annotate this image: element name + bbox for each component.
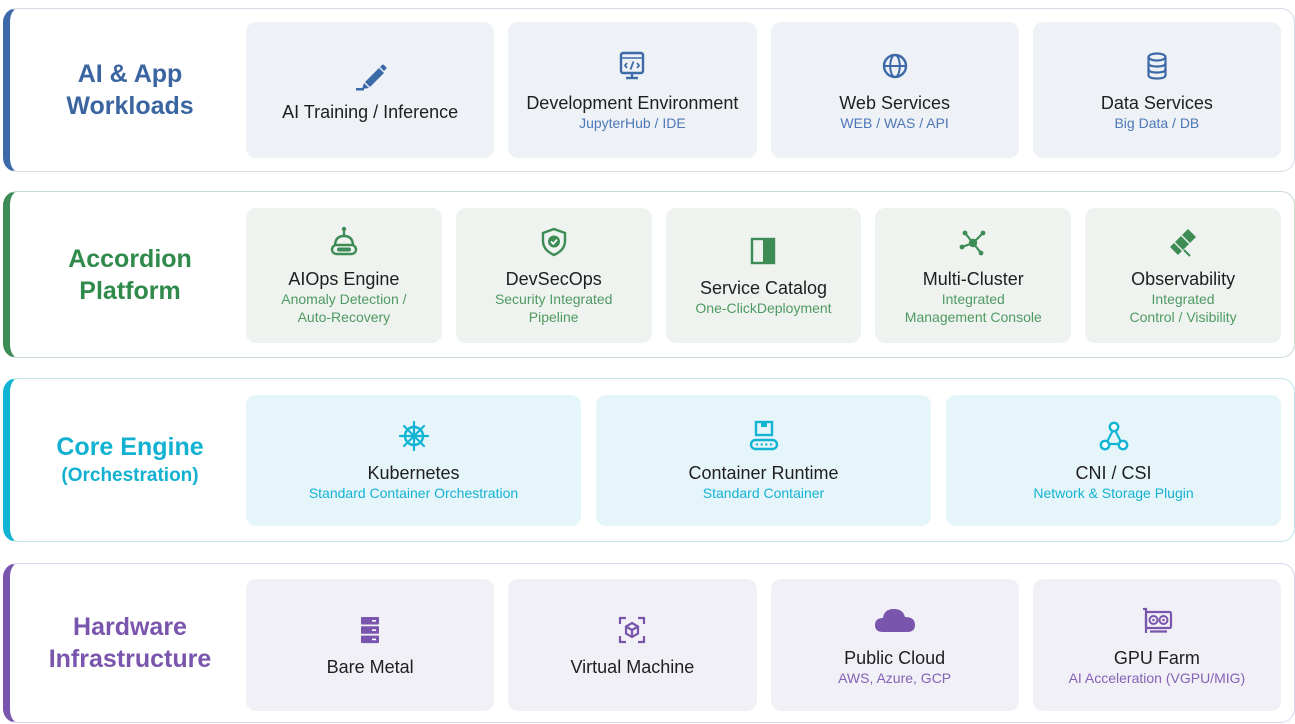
layer-title: AI & App Workloads	[10, 9, 250, 171]
layer-title: Accordion Platform	[10, 192, 250, 357]
card-subtitle: JupyterHub / IDE	[579, 114, 686, 131]
card-name: Development Environment	[526, 92, 739, 113]
card-multi-cluster[interactable]: Multi-Cluster Integrated Management Cons…	[875, 208, 1072, 343]
layer-hardware-infrastructure: Hardware Infrastructure Bare Metal Virtu…	[3, 563, 1295, 723]
card-public-cloud[interactable]: Public Cloud AWS, Azure, GCP	[770, 579, 1019, 711]
card-development-environment[interactable]: Development Environment JupyterHub / IDE	[508, 22, 757, 158]
server-icon	[353, 613, 387, 647]
layer-title-line2: Workloads	[66, 92, 194, 120]
card-name: AIOps Engine	[288, 269, 400, 289]
layer-title-line1: AI & App	[77, 60, 183, 88]
card-virtual-machine[interactable]: Virtual Machine	[508, 579, 757, 711]
layer-title-line1: Hardware	[73, 613, 187, 641]
card-subtitle-line1: Security Integrated	[494, 291, 613, 307]
card-row: Bare Metal Virtual Machine Public Cloud …	[246, 579, 1281, 711]
card-observability[interactable]: Observability Integrated Control / Visib…	[1085, 208, 1281, 343]
card-row: AI Training / Inference Development Envi…	[246, 22, 1281, 158]
robot-icon	[327, 225, 361, 259]
gpu-card-icon	[1140, 604, 1174, 638]
layer-title-line1: Core Engine	[56, 433, 204, 461]
card-subtitle: WEB / WAS / API	[840, 114, 949, 131]
card-name: Web Services	[839, 92, 950, 113]
card-subtitle-line2: Pipeline	[528, 309, 579, 325]
layer-title-line2: Infrastructure	[48, 645, 212, 673]
card-subtitle-line2: Control / Visibility	[1129, 309, 1237, 325]
shield-check-icon	[537, 225, 571, 259]
layer-core-engine: Core Engine (Orchestration) Kubernetes S…	[3, 378, 1295, 542]
card-name: Data Services	[1100, 92, 1213, 113]
card-container-runtime[interactable]: Container Runtime Standard Container	[596, 395, 931, 526]
card-subtitle: AI Acceleration (VGPU/MIG)	[1068, 669, 1246, 686]
conveyor-box-icon	[747, 419, 781, 453]
card-subtitle: Big Data / DB	[1114, 114, 1200, 131]
database-icon	[1140, 49, 1174, 83]
card-name: Observability	[1131, 269, 1236, 289]
layer-title-line2: (Orchestration)	[61, 465, 199, 486]
helm-wheel-icon	[397, 419, 431, 453]
card-aiops-engine[interactable]: AIOps Engine Anomaly Detection / Auto-Re…	[246, 208, 442, 343]
card-bare-metal[interactable]: Bare Metal	[246, 579, 495, 711]
card-cni-csi[interactable]: CNI / CSI Network & Storage Plugin	[946, 395, 1281, 526]
card-subtitle: Network & Storage Plugin	[1033, 485, 1194, 501]
layer-title-line1: Accordion	[68, 244, 192, 273]
layer-title: Hardware Infrastructure	[10, 564, 250, 722]
layer-ai-app-workloads: AI & App Workloads AI Training / Inferen…	[3, 8, 1295, 172]
card-row: AIOps Engine Anomaly Detection / Auto-Re…	[246, 208, 1281, 343]
card-name: GPU Farm	[1113, 647, 1200, 668]
book-icon	[746, 234, 780, 268]
card-name: DevSecOps	[505, 269, 602, 289]
layer-title-line2: Platform	[79, 276, 181, 305]
virtual-box-icon	[615, 613, 649, 647]
card-subtitle: AWS, Azure, GCP	[838, 669, 952, 686]
card-name: Bare Metal	[326, 656, 414, 677]
card-subtitle-line1: Anomaly Detection /	[281, 291, 407, 307]
card-ai-training[interactable]: AI Training / Inference	[246, 22, 495, 158]
graph-nodes-icon	[1097, 419, 1131, 453]
card-subtitle: Standard Container Orchestration	[308, 485, 519, 501]
telescope-icon	[1166, 225, 1200, 259]
card-data-services[interactable]: Data Services Big Data / DB	[1032, 22, 1281, 158]
card-row: Kubernetes Standard Container Orchestrat…	[246, 395, 1281, 526]
card-kubernetes[interactable]: Kubernetes Standard Container Orchestrat…	[246, 395, 581, 526]
card-service-catalog[interactable]: Service Catalog One-ClickDeployment	[665, 208, 862, 343]
card-web-services[interactable]: Web Services WEB / WAS / API	[770, 22, 1019, 158]
card-subtitle: Standard Container	[702, 485, 825, 501]
card-devsecops[interactable]: DevSecOps Security Integrated Pipeline	[455, 208, 652, 343]
card-subtitle-line2: Auto-Recovery	[297, 309, 391, 325]
card-name: Service Catalog	[699, 277, 828, 298]
card-subtitle-line2: Management Console	[904, 309, 1042, 325]
card-subtitle-line1: Integrated	[1151, 291, 1215, 307]
card-name: Multi-Cluster	[922, 269, 1024, 289]
card-subtitle-line1: One-ClickDeployment	[695, 299, 832, 316]
card-name: Public Cloud	[844, 647, 946, 668]
card-gpu-farm[interactable]: GPU Farm AI Acceleration (VGPU/MIG)	[1032, 579, 1281, 711]
globe-icon	[878, 49, 912, 83]
code-window-icon	[615, 49, 649, 83]
card-name: Virtual Machine	[570, 656, 695, 677]
layer-title: Core Engine (Orchestration)	[10, 379, 250, 541]
network-nodes-icon	[956, 225, 990, 259]
layer-accordion-platform: Accordion Platform AIOps Engine Anomaly …	[3, 191, 1295, 358]
card-name: Kubernetes	[367, 463, 460, 483]
card-name: CNI / CSI	[1075, 463, 1152, 483]
card-name: AI Training / Inference	[282, 101, 459, 122]
pencil-icon	[353, 58, 387, 92]
card-name: Container Runtime	[688, 463, 839, 483]
cloud-icon	[873, 604, 917, 638]
card-subtitle-line1: Integrated	[941, 291, 1005, 307]
